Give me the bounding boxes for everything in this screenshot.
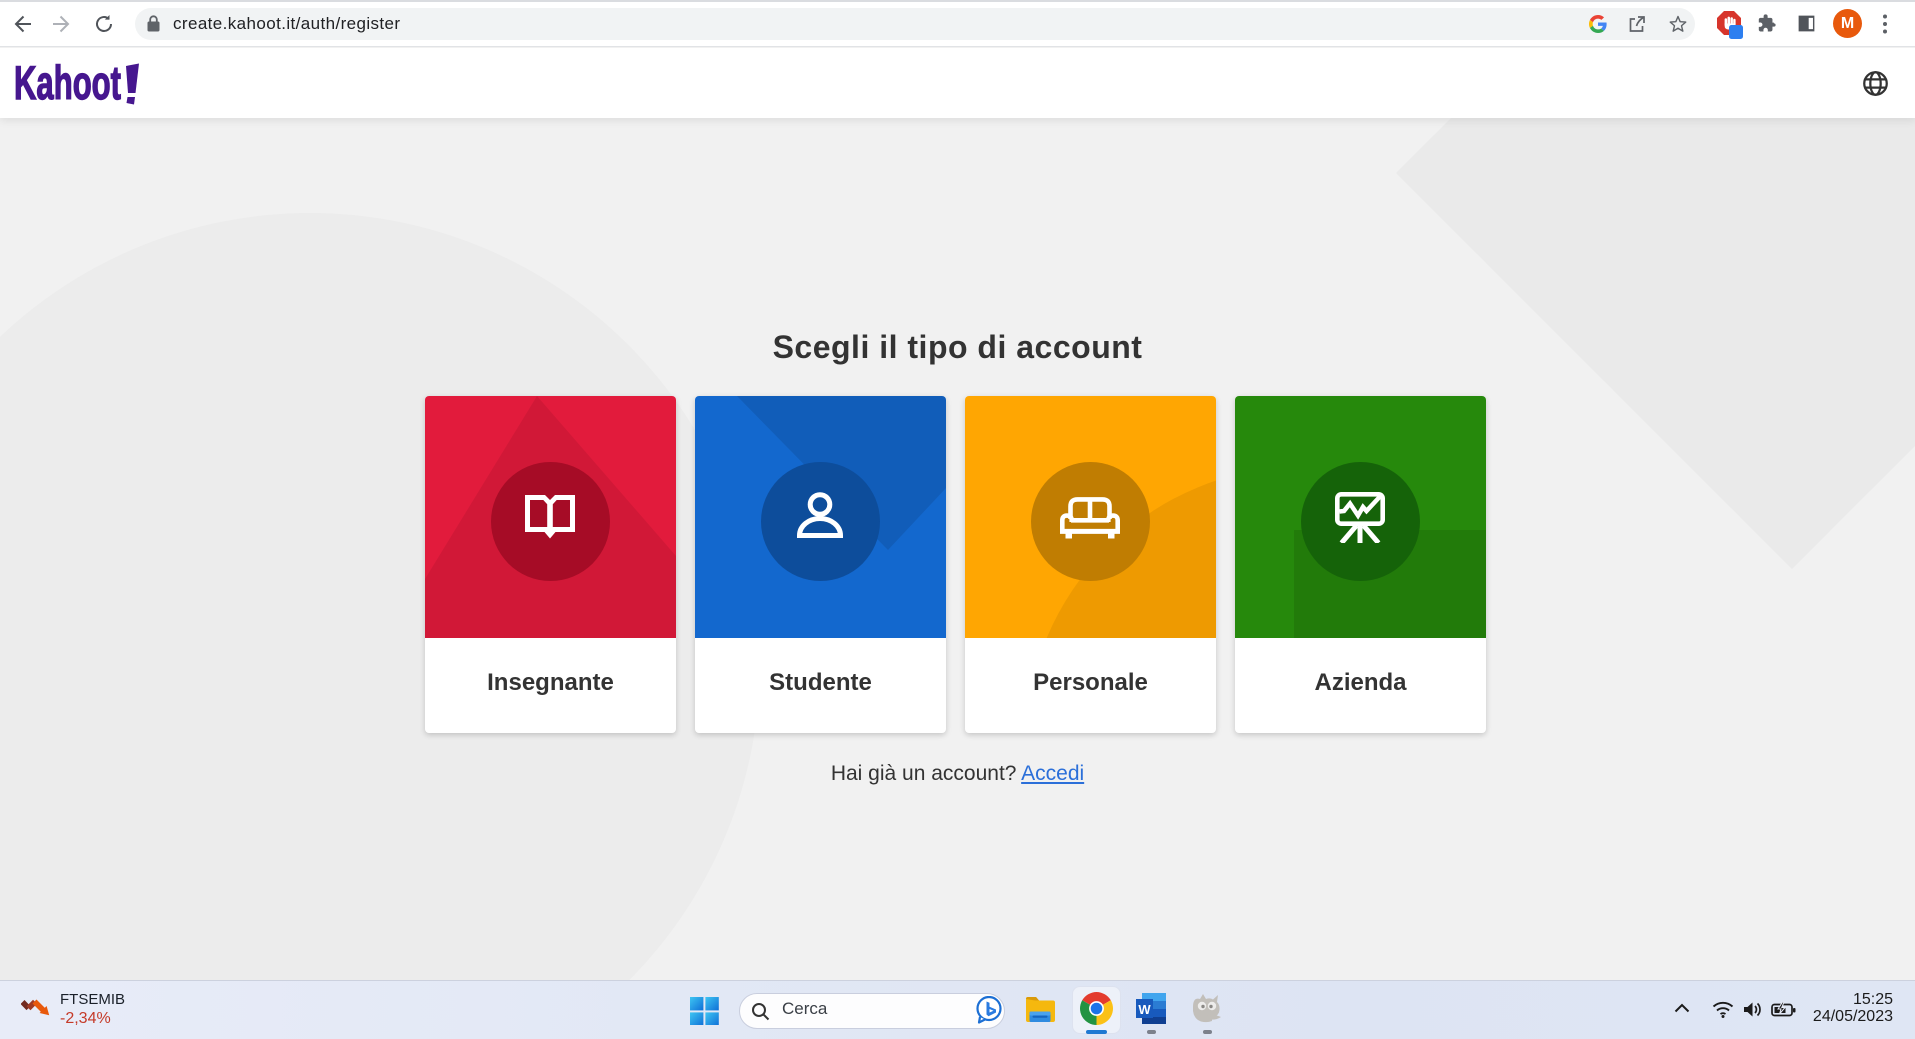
svg-text:Kahoot: Kahoot (14, 56, 121, 109)
svg-text:W: W (1138, 1002, 1151, 1017)
